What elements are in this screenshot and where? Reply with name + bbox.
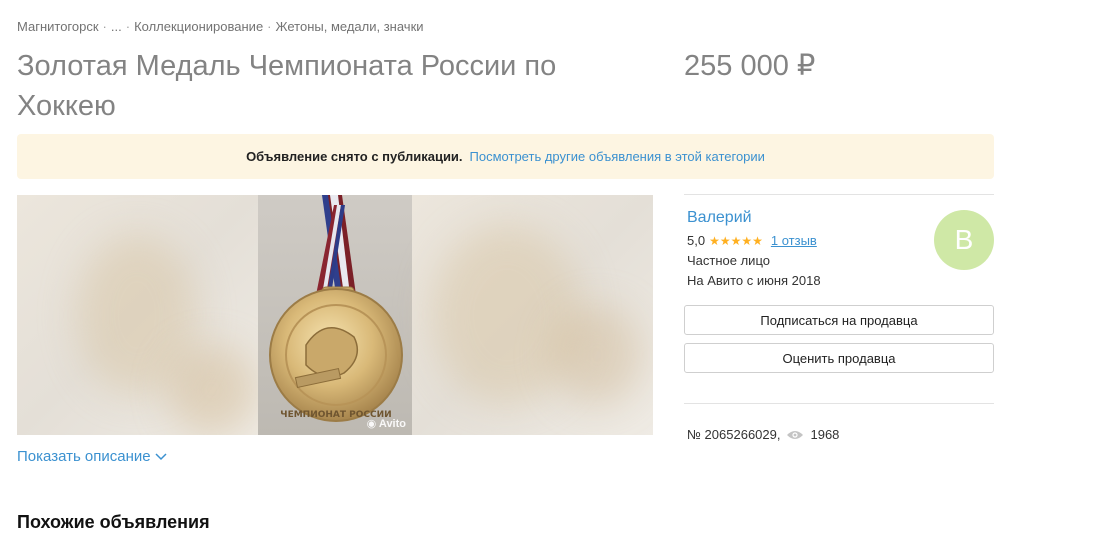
ad-meta: № 2065266029, 1968 — [687, 427, 839, 442]
rate-seller-button[interactable]: Оценить продавца — [684, 343, 994, 373]
chevron-down-icon — [155, 452, 167, 460]
divider — [684, 403, 994, 404]
price: 255 000 ₽ — [684, 50, 816, 82]
notice-text: Объявление снято с публикации. — [246, 149, 463, 164]
medal-image: ЧЕМПИОНАТ РОССИИ — [258, 195, 412, 435]
breadcrumb-separator: · — [102, 19, 107, 34]
avatar[interactable]: В — [934, 210, 994, 270]
breadcrumb-ellipsis[interactable]: ... — [111, 19, 122, 34]
breadcrumb-subcategory[interactable]: Жетоны, медали, значки — [276, 19, 424, 34]
other-listings-link[interactable]: Посмотреть другие объявления в этой кате… — [470, 149, 765, 164]
breadcrumb-city[interactable]: Магнитогорск — [17, 19, 99, 34]
ad-number: № 2065266029, — [687, 427, 781, 442]
similar-ads-heading: Похожие объявления — [17, 512, 210, 532]
camera-icon: ◉ — [366, 418, 377, 430]
rating-value: 5,0 — [687, 233, 706, 248]
breadcrumb: Магнитогорск ·... · Коллекционирование · Жето… — [17, 19, 424, 34]
main-photo[interactable]: ЧЕМПИОНАТ РОССИИ ◉ Avito — [258, 195, 412, 435]
watermark-text: Avito — [378, 418, 406, 430]
breadcrumb-separator: · — [267, 19, 272, 34]
breadcrumb-separator: · — [125, 19, 131, 34]
star-icon: ★★★★★ — [709, 233, 763, 248]
removed-notice: Объявление снято с публикации. Посмотрет… — [17, 134, 994, 179]
subscribe-seller-button[interactable]: Подписаться на продавца — [684, 305, 994, 335]
page-title: Золотая Медаль Чемпионата России по Хокк… — [17, 50, 557, 122]
listing-page: Магнитогорск ·... · Коллекционирование · Жето… — [0, 0, 1117, 538]
blurred-background — [412, 195, 653, 435]
reviews-link[interactable]: 1 отзыв — [771, 233, 817, 248]
seller-since: На Авито с июня 2018 — [687, 273, 821, 288]
views-count: 1968 — [810, 427, 840, 442]
show-description-link[interactable]: Показать описание — [17, 448, 167, 465]
seller-name-link[interactable]: Валерий — [687, 209, 752, 227]
seller-type: Частное лицо — [687, 253, 770, 268]
eye-icon — [787, 430, 804, 439]
show-description-label: Показать описание — [17, 448, 151, 465]
blurred-background — [17, 195, 258, 435]
watermark: ◉ Avito — [367, 417, 406, 430]
image-gallery[interactable]: ЧЕМПИОНАТ РОССИИ ◉ Avito — [17, 195, 653, 435]
breadcrumb-category[interactable]: Коллекционирование — [134, 19, 263, 34]
divider — [684, 194, 994, 195]
seller-rating: 5,0 ★★★★★ 1 отзыв — [687, 233, 817, 248]
